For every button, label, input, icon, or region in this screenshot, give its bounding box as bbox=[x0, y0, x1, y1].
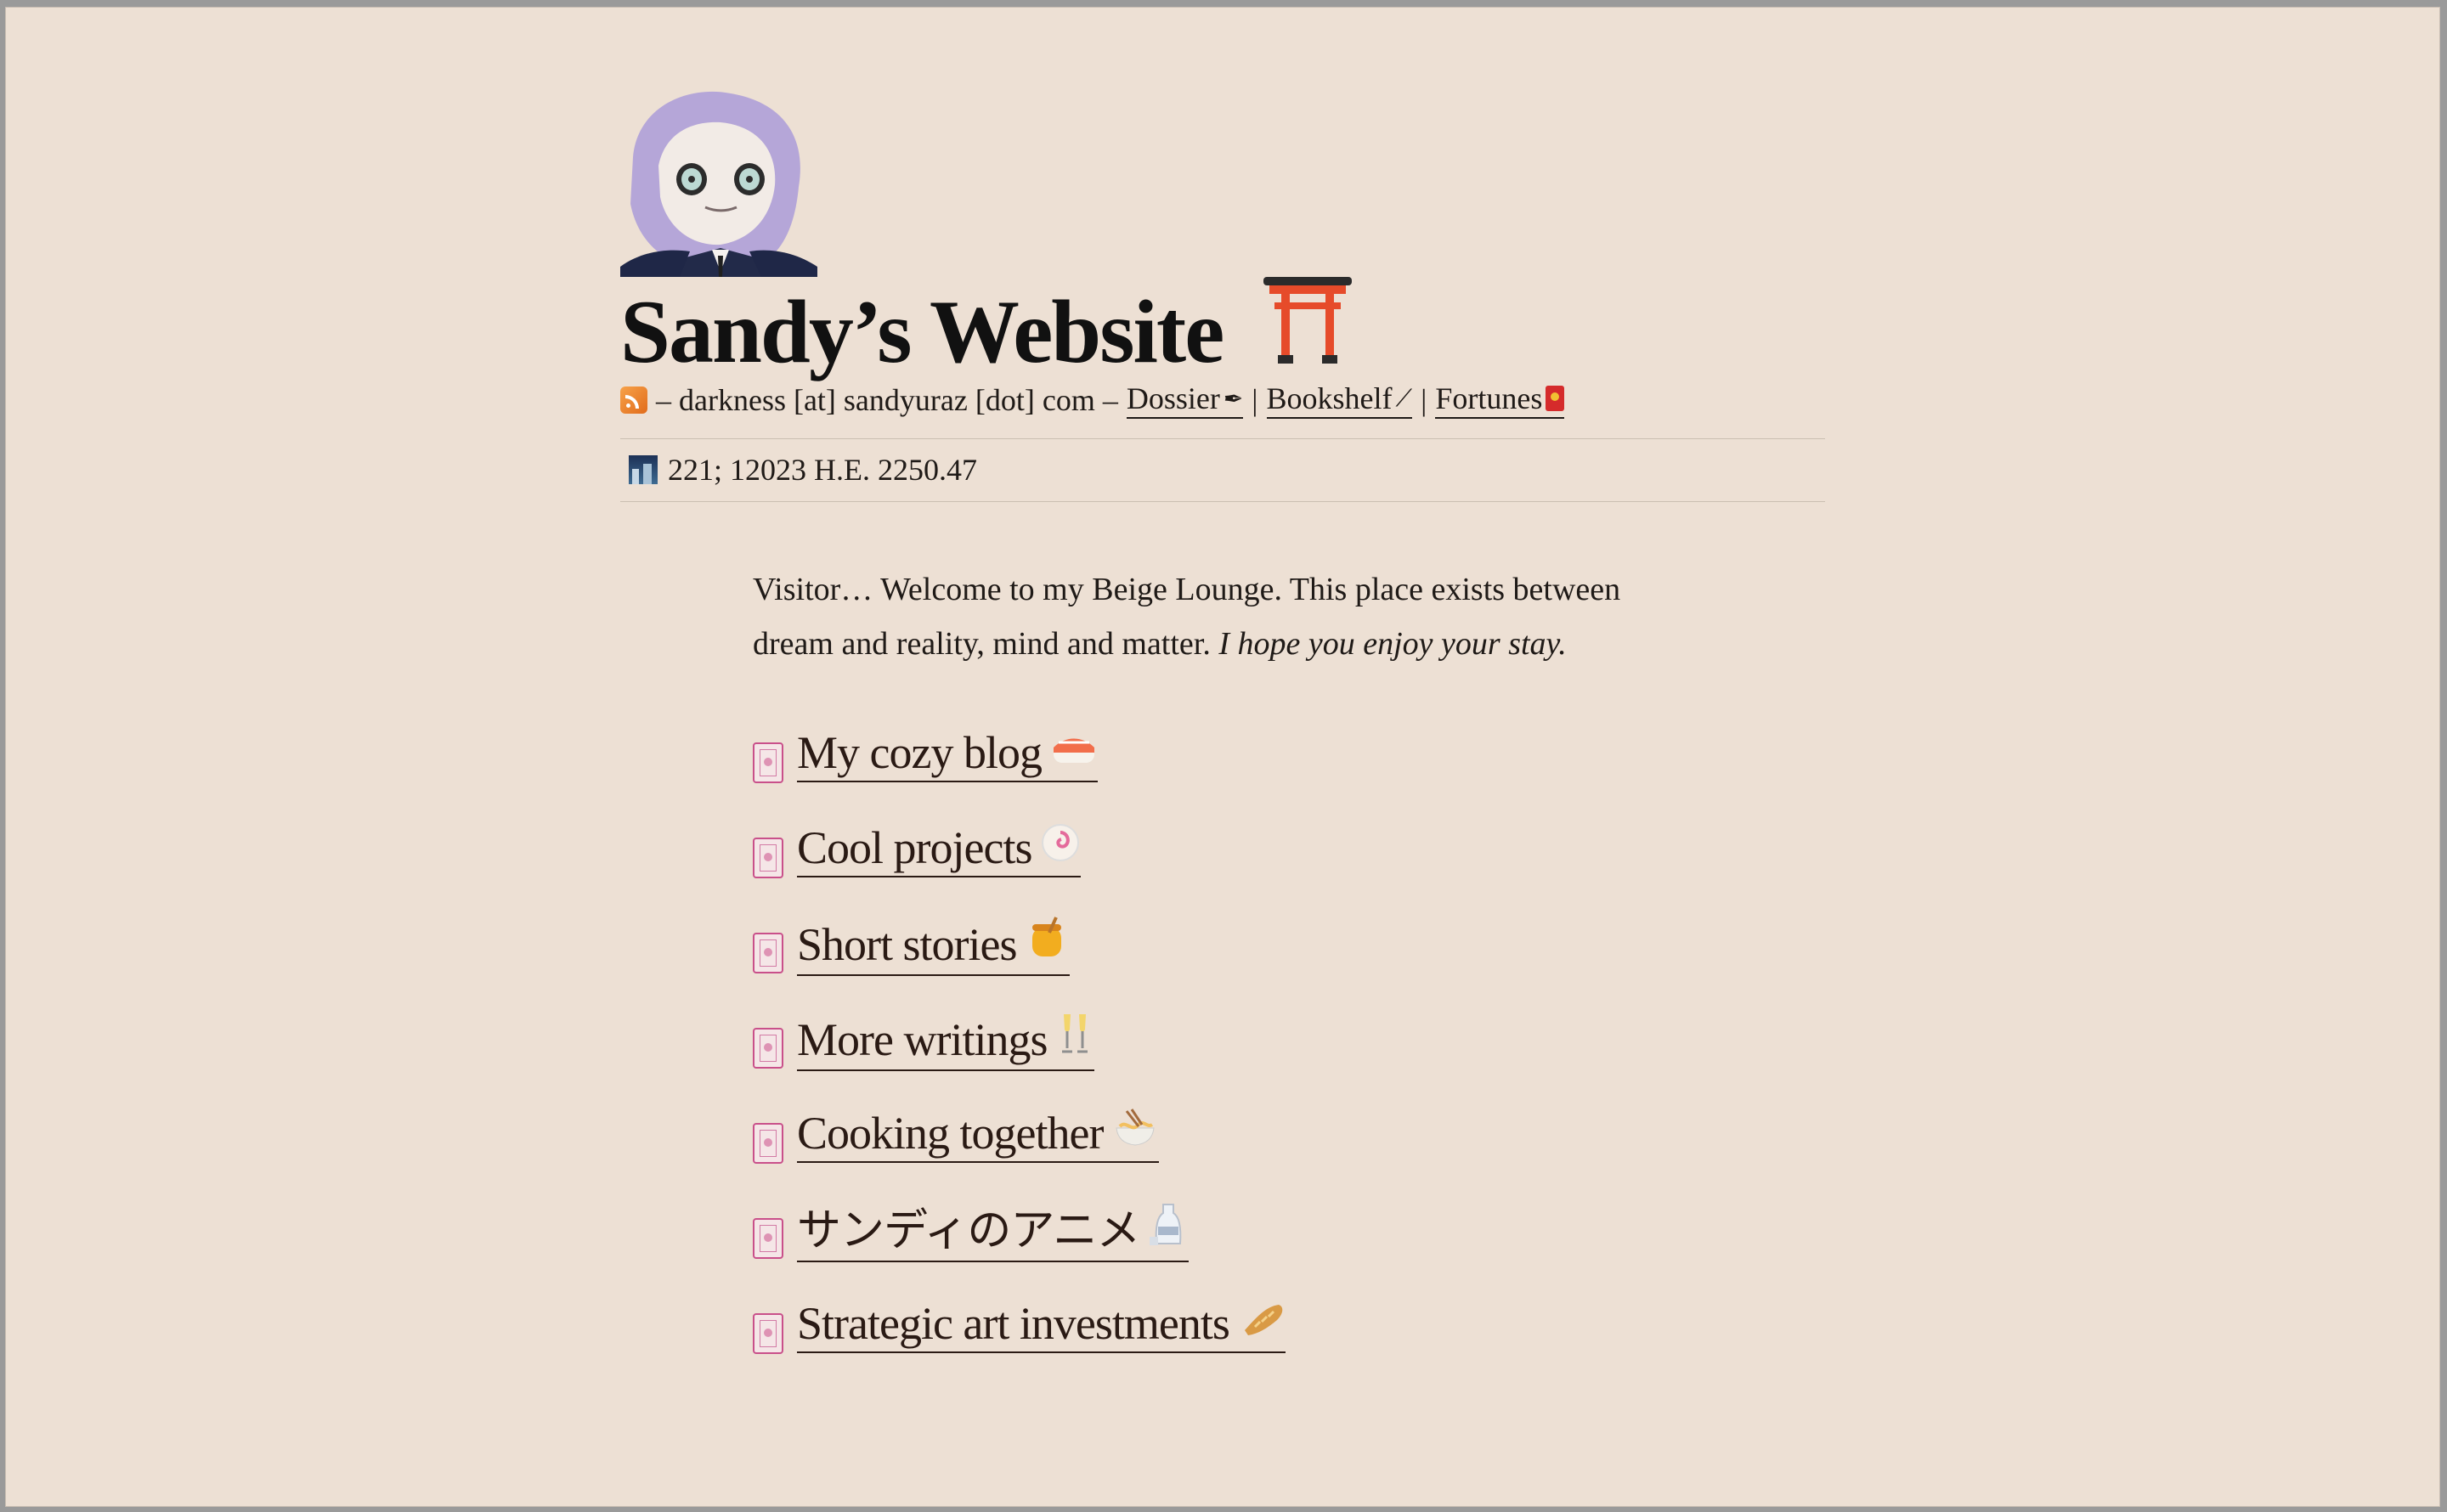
nav-dossier-label: Dossier bbox=[1126, 381, 1220, 415]
menu-link-writings[interactable]: More writings bbox=[797, 1011, 1095, 1071]
menu-item-stories: Short stories bbox=[753, 916, 1286, 1011]
menu-label: Strategic art investments bbox=[797, 1298, 1230, 1349]
contact-email: – darkness [at] sandyuraz [dot] com – bbox=[656, 382, 1118, 417]
menu-link-stories[interactable]: Short stories bbox=[797, 916, 1070, 976]
mahjong-tile-icon bbox=[753, 838, 783, 878]
divider bbox=[620, 438, 1825, 439]
menu-item-blog: My cozy blog bbox=[753, 725, 1286, 821]
date-row: 221; 12023 H.E. 2250.47 bbox=[629, 452, 977, 488]
menu-item-writings: More writings bbox=[753, 1011, 1286, 1106]
honey-icon bbox=[1026, 916, 1070, 974]
pen-icon: ✒ bbox=[1223, 384, 1244, 413]
mahjong-tile-icon bbox=[753, 933, 783, 973]
nav-fortunes[interactable]: Fortunes bbox=[1435, 381, 1565, 419]
main-menu: My cozy blog Cool projects Short stories bbox=[753, 725, 1286, 1391]
menu-item-anime: サンディのアニメ bbox=[753, 1201, 1286, 1296]
fishcake-icon bbox=[1040, 821, 1081, 876]
bread-icon bbox=[1238, 1296, 1286, 1351]
nav-bookshelf[interactable]: Bookshelf ⟋ bbox=[1266, 381, 1413, 419]
menu-label: My cozy blog bbox=[797, 727, 1043, 778]
envelope-icon bbox=[1546, 386, 1565, 411]
menu-label: Cool projects bbox=[797, 822, 1032, 873]
site-title: Sandy’s Website bbox=[620, 274, 1354, 382]
menu-link-anime[interactable]: サンディのアニメ bbox=[797, 1201, 1190, 1263]
menu-label: Cooking together bbox=[797, 1108, 1104, 1159]
sake-icon bbox=[1148, 1201, 1189, 1261]
menu-item-projects: Cool projects bbox=[753, 821, 1286, 916]
nav-bookshelf-label: Bookshelf bbox=[1266, 381, 1393, 415]
menu-link-cooking[interactable]: Cooking together bbox=[797, 1106, 1160, 1163]
rss-icon[interactable] bbox=[620, 386, 647, 414]
menu-link-projects[interactable]: Cool projects bbox=[797, 821, 1082, 877]
menu-label: More writings bbox=[797, 1014, 1048, 1065]
intro-text: Visitor… Welcome to my Beige Lounge. Thi… bbox=[753, 562, 1704, 671]
mahjong-tile-icon bbox=[753, 1028, 783, 1069]
menu-item-cooking: Cooking together bbox=[753, 1106, 1286, 1201]
date-text: 221; 12023 H.E. 2250.47 bbox=[668, 453, 977, 487]
contact-row: – darkness [at] sandyuraz [dot] com – Do… bbox=[620, 381, 1565, 419]
menu-label: サンディのアニメ bbox=[797, 1205, 1140, 1256]
anime-avatar-image bbox=[620, 91, 817, 277]
nav-fortunes-label: Fortunes bbox=[1435, 381, 1543, 415]
nav-separator: | bbox=[1252, 382, 1258, 417]
sushi-icon bbox=[1050, 725, 1098, 781]
mahjong-tile-icon bbox=[753, 1313, 783, 1354]
mahjong-tile-icon bbox=[753, 1123, 783, 1164]
site-title-text: Sandy’s Website bbox=[620, 282, 1224, 381]
torii-icon bbox=[1261, 274, 1354, 382]
menu-link-blog[interactable]: My cozy blog bbox=[797, 725, 1098, 782]
intro-italic: I hope you enjoy your stay. bbox=[1218, 626, 1567, 662]
avatar bbox=[620, 85, 817, 277]
wand-icon: ⟋ bbox=[1395, 384, 1413, 412]
menu-label: Short stories bbox=[797, 919, 1018, 970]
noodles-icon bbox=[1111, 1106, 1159, 1161]
menu-item-art: Strategic art investments bbox=[753, 1296, 1286, 1391]
mahjong-tile-icon bbox=[753, 742, 783, 783]
nav-dossier[interactable]: Dossier ✒ bbox=[1126, 381, 1244, 419]
menu-link-art[interactable]: Strategic art investments bbox=[797, 1296, 1286, 1353]
city-icon bbox=[629, 455, 658, 484]
champagne-icon bbox=[1055, 1011, 1094, 1069]
page-frame: Sandy’s Website – darkness [at] sandyura… bbox=[5, 7, 2440, 1507]
mahjong-tile-icon bbox=[753, 1218, 783, 1259]
divider bbox=[620, 501, 1825, 502]
nav-separator: | bbox=[1421, 382, 1427, 417]
